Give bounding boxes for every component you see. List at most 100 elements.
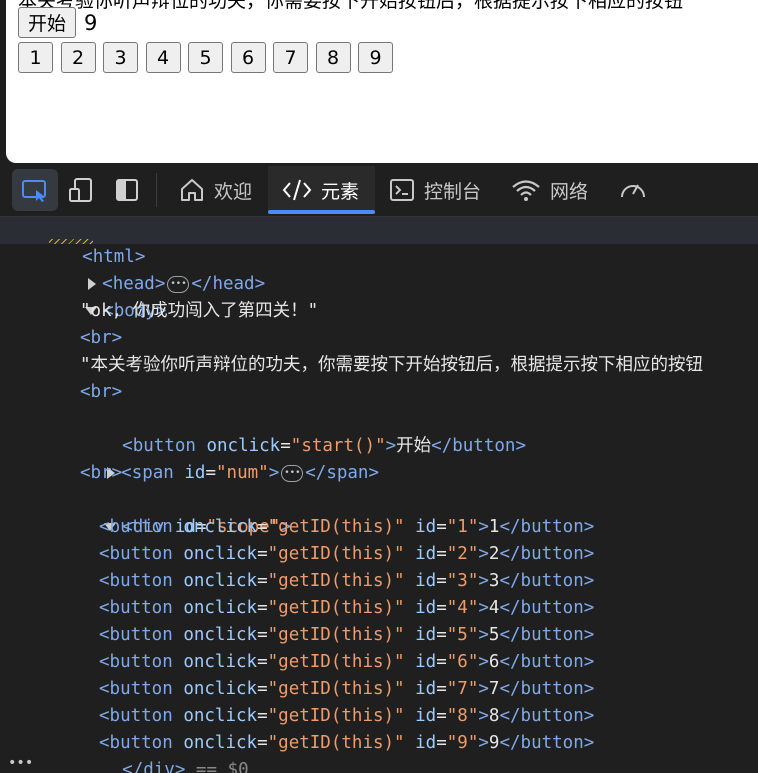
inspect-element-icon[interactable]: [12, 169, 58, 211]
tree-scope-button-line[interactable]: <button onclick="getID(this)" id="5">5</…: [99, 622, 594, 649]
button-open-tag: <button: [99, 706, 173, 726]
number-button-8[interactable]: 8: [315, 42, 351, 73]
attr-name: id: [415, 733, 437, 753]
button-text: 7: [488, 679, 500, 699]
button-open-tag: <button: [99, 517, 173, 537]
attr-value: "getID(this)": [267, 625, 405, 645]
number-button-1[interactable]: 1: [18, 42, 53, 73]
tab-performance[interactable]: [604, 166, 673, 214]
number-button-7[interactable]: 7: [273, 42, 308, 73]
attr-value: "6": [446, 652, 479, 672]
tab-console[interactable]: 控制台: [375, 166, 497, 214]
tree-scope-button-line[interactable]: <button onclick="getID(this)" id="4">4</…: [99, 595, 594, 622]
tree-scope-button-line[interactable]: <button onclick="getID(this)" id="6">6</…: [99, 649, 594, 676]
attr-name: id: [184, 463, 206, 483]
button-open-tag: <button: [99, 571, 173, 591]
tab-welcome[interactable]: 欢迎: [165, 166, 268, 214]
button-close-tag: </button>: [499, 625, 595, 645]
elements-tree: <html> <head></head> <body> "ok, 你成功闯入了第…: [0, 216, 758, 773]
button-open-tag: <button: [99, 598, 173, 618]
tree-scope-button-line[interactable]: <button onclick="getID(this)" id="3">3</…: [99, 568, 594, 595]
more-dots-icon[interactable]: •••: [8, 755, 33, 771]
tree-div-line[interactable]: <div id="scope">: [62, 487, 291, 537]
tree-scope-button-line[interactable]: <button onclick="getID(this)" id="1">1</…: [99, 514, 594, 541]
button-close-tag: </button>: [499, 706, 595, 726]
wifi-icon: [511, 178, 541, 202]
attr-eq: =: [257, 544, 268, 564]
tab-console-label: 控制台: [424, 180, 482, 203]
tree-body-line[interactable]: <body>: [43, 271, 166, 321]
attr-value: "5": [446, 625, 479, 645]
ellipsis-icon[interactable]: [167, 271, 190, 298]
attr-value: "getID(this)": [267, 733, 405, 753]
start-button[interactable]: 开始: [18, 7, 77, 38]
attr-value: "getID(this)": [267, 706, 405, 726]
attr-eq: =: [257, 517, 268, 537]
button-text: 1: [488, 517, 500, 537]
div-close-tag: </div>: [122, 760, 186, 773]
attr-name: onclick: [183, 679, 258, 699]
attr-name: onclick: [183, 571, 258, 591]
button-close-tag: </button>: [431, 436, 526, 456]
home-icon: [179, 177, 205, 203]
console-icon: [389, 177, 415, 203]
attr-eq: =: [257, 598, 268, 618]
tree-scope-button-line[interactable]: <button onclick="getID(this)" id="7">7</…: [99, 676, 594, 703]
attr-eq: =: [257, 706, 268, 726]
ellipsis-icon[interactable]: [281, 460, 304, 487]
button-close-tag: </button>: [499, 679, 595, 699]
attr-value: "getID(this)": [267, 679, 405, 699]
button-text: 8: [488, 706, 500, 726]
num-display: 9: [84, 10, 98, 35]
attr-value: "getID(this)": [267, 598, 405, 618]
attr-name: id: [415, 517, 437, 537]
head-close-tag: </head>: [191, 274, 266, 294]
page-viewport: 本关考验你听声辩位的功夫，你需要按下开始按钮后，根据提示按下相应的按钮 开始 9…: [6, 0, 758, 163]
number-button-5[interactable]: 5: [188, 42, 223, 73]
attr-value: "8": [446, 706, 479, 726]
tree-head-line[interactable]: <head></head>: [46, 244, 265, 298]
attr-eq: =: [257, 625, 268, 645]
tab-elements[interactable]: 元素: [268, 166, 376, 214]
device-emulation-icon[interactable]: [58, 169, 104, 211]
attr-name: id: [415, 679, 437, 699]
attr-value: "3": [446, 571, 479, 591]
tree-scope-button-line[interactable]: <button onclick="getID(this)" id="8">8</…: [99, 703, 594, 730]
button-text: 2: [488, 544, 500, 564]
start-row: 开始 9: [18, 7, 97, 38]
tree-html-line[interactable]: <html>: [0, 217, 758, 267]
span-close-tag: </span>: [305, 463, 380, 483]
tree-span-line[interactable]: <span id="num"></span>: [65, 433, 379, 487]
number-button-6[interactable]: 6: [230, 42, 266, 73]
tree-br[interactable]: <br>: [80, 460, 122, 487]
attr-value: "getID(this)": [267, 544, 405, 564]
tree-scope-button-line[interactable]: <button onclick="getID(this)" id="2">2</…: [99, 541, 594, 568]
tree-br[interactable]: <br>: [80, 379, 122, 406]
attr-name: id: [415, 652, 437, 672]
number-button-3[interactable]: 3: [103, 42, 138, 73]
toggle-sidebar-icon[interactable]: [104, 169, 150, 211]
tree-text-node[interactable]: "本关考验你听声辩位的功夫，你需要按下开始按钮后，根据提示按下相应的按钮: [80, 352, 703, 379]
attr-value: "getID(this)": [267, 517, 405, 537]
button-close-tag: </button>: [499, 652, 595, 672]
tree-div-close-line[interactable]: </div> == $0: [80, 730, 248, 773]
number-button-2[interactable]: 2: [60, 42, 96, 73]
attr-eq: =: [257, 679, 268, 699]
number-button-4[interactable]: 4: [145, 42, 181, 73]
button-open-tag: <button: [99, 679, 173, 699]
attr-name: id: [415, 598, 437, 618]
attr-name: onclick: [183, 652, 258, 672]
tree-text-node[interactable]: "ok, 你成功闯入了第四关！": [80, 298, 318, 325]
button-text: 5: [488, 625, 500, 645]
tree-br[interactable]: <br>: [80, 325, 122, 352]
tab-network[interactable]: 网络: [497, 166, 604, 214]
attr-name: onclick: [183, 544, 258, 564]
number-button-9[interactable]: 9: [358, 42, 393, 73]
tab-welcome-label: 欢迎: [214, 180, 253, 203]
attr-name: id: [415, 544, 437, 564]
attr-name: onclick: [183, 706, 258, 726]
button-close-tag: </button>: [499, 571, 595, 591]
tree-start-button-line[interactable]: <button onclick="start()">开始</button>: [80, 406, 526, 456]
attr-value: "num": [216, 463, 269, 483]
scope-buttons: 123456789: [18, 42, 401, 73]
